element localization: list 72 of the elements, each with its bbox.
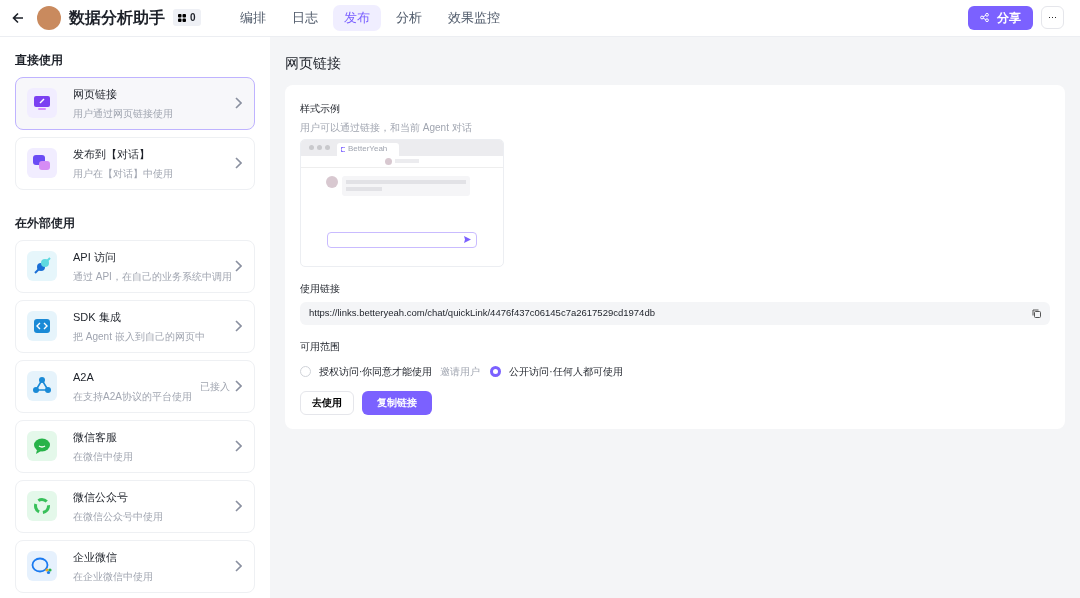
- nav-tab[interactable]: 分析: [384, 5, 433, 31]
- chevron-icon: [234, 560, 242, 573]
- sidebar-item[interactable]: 企业微信 在企业微信中使用: [15, 539, 255, 593]
- sidebar-item[interactable]: SDK 集成 把 Agent 嵌入到自己的网页中: [15, 299, 255, 353]
- send-icon: [464, 236, 471, 244]
- chevron-icon: [234, 260, 242, 273]
- item-subtitle: 在支持A2A协议的平台使用: [73, 389, 192, 404]
- item-subtitle: 在企业微信中使用: [73, 569, 153, 584]
- nav-tab[interactable]: 发布: [332, 5, 381, 31]
- window-dots-icon: [309, 145, 330, 151]
- nav-tab[interactable]: 日志: [280, 5, 329, 31]
- chevron-icon: [234, 97, 242, 110]
- count-badge: 0: [173, 9, 201, 27]
- sidebar-item[interactable]: A2A 在支持A2A协议的平台使用 已接入: [15, 359, 255, 413]
- item-title: 企业微信: [73, 550, 117, 566]
- item-subtitle: 在微信中使用: [73, 449, 133, 464]
- sidebar-item[interactable]: 发布到【对话】 用户在【对话】中使用: [15, 136, 255, 190]
- share-button[interactable]: 分享: [968, 6, 1033, 30]
- sidebar-item[interactable]: 微信公众号 在微信公众号中使用: [15, 479, 255, 533]
- item-subtitle: 把 Agent 嵌入到自己的网页中: [73, 329, 205, 344]
- section-title: 在外部使用: [15, 214, 76, 232]
- item-title: API 访问: [73, 250, 116, 266]
- avatar: [385, 157, 392, 165]
- copy-icon[interactable]: [1032, 308, 1041, 318]
- chat-bubble-icon: [27, 551, 57, 582]
- nav-tab[interactable]: 效果监控: [436, 5, 511, 31]
- code-icon: [27, 311, 57, 342]
- chevron-icon: [234, 500, 242, 513]
- item-subtitle: 在微信公众号中使用: [73, 509, 163, 524]
- url-field[interactable]: https://links.betteryeah.com/chat/quickLink/4476f437c06145c7a2617529cd1974db: [300, 301, 1050, 325]
- item-title: A2A: [73, 370, 94, 386]
- network-icon: [27, 371, 57, 402]
- chevron-icon: [234, 380, 242, 393]
- back-icon[interactable]: [12, 12, 24, 24]
- item-title: 微信公众号: [73, 490, 128, 506]
- section-label: 使用链接: [300, 281, 340, 296]
- monitor-link-icon: [27, 88, 57, 119]
- item-title: SDK 集成: [73, 310, 121, 326]
- radio-button[interactable]: [490, 365, 502, 377]
- avatar: [326, 175, 338, 188]
- description-text: 用户可以通过链接，和当前 Agent 对话: [300, 120, 472, 135]
- plug-icon: [27, 251, 57, 282]
- more-button[interactable]: ···: [1041, 6, 1064, 30]
- share-icon: [980, 13, 989, 23]
- chevron-icon: [234, 320, 242, 333]
- chevron-icon: [234, 157, 242, 170]
- sidebar-item[interactable]: 微信客服 在微信中使用: [15, 419, 255, 473]
- section-title: 直接使用: [15, 51, 64, 69]
- item-title: 微信客服: [73, 430, 117, 446]
- chevron-icon: [234, 440, 242, 453]
- chat-bubbles-icon: [27, 148, 57, 179]
- item-title: 网页链接: [73, 87, 117, 103]
- nav-tab[interactable]: 编排: [228, 5, 277, 31]
- radio-label[interactable]: 授权访问·你同意才能使用: [319, 363, 433, 379]
- section-label: 样式示例: [300, 101, 340, 116]
- app-title: 数据分析助手: [69, 8, 165, 28]
- page-title: 网页链接: [285, 53, 342, 73]
- item-subtitle: 通过 API，在自己的业务系统中调用: [73, 269, 232, 284]
- item-subtitle: 用户通过网页链接使用: [73, 106, 173, 121]
- sidebar-item[interactable]: 网页链接 用户通过网页链接使用: [15, 76, 255, 130]
- radio-label[interactable]: 公开访问·任何人都可使用: [509, 363, 623, 379]
- circular-arrows-icon: [27, 491, 57, 522]
- chat-bubble-icon: [27, 431, 57, 462]
- copy-link-button[interactable]: 复制链接: [362, 390, 432, 415]
- status-text: 已接入: [200, 379, 230, 394]
- item-title: 发布到【对话】: [73, 147, 150, 163]
- section-label: 可用范围: [300, 339, 340, 354]
- logo-icon: [341, 146, 346, 152]
- avatar: [37, 6, 61, 30]
- use-button[interactable]: 去使用: [300, 390, 354, 415]
- sidebar-item[interactable]: API 访问 通过 API，在自己的业务系统中调用: [15, 239, 255, 293]
- item-subtitle: 用户在【对话】中使用: [73, 166, 173, 181]
